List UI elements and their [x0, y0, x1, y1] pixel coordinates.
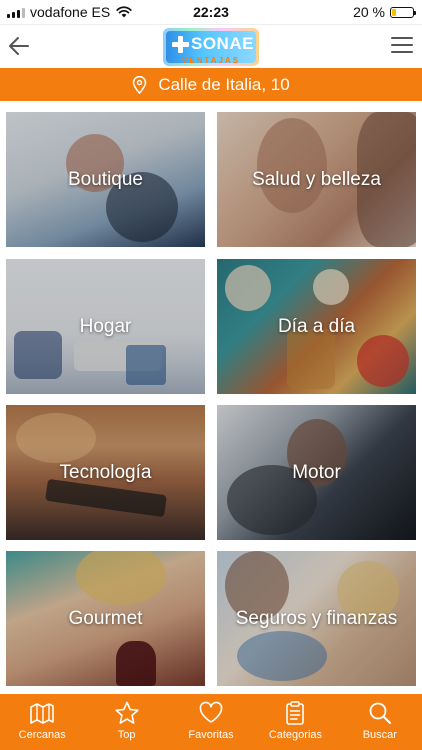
clipboard-list-icon: [286, 701, 305, 725]
logo-text: SONAE: [191, 34, 254, 53]
back-button[interactable]: [6, 33, 32, 59]
category-tile-motor[interactable]: Motor: [217, 405, 416, 540]
tab-top[interactable]: Top: [84, 694, 168, 750]
hamburger-menu-icon[interactable]: [391, 36, 413, 54]
status-left: vodafone ES: [7, 4, 132, 20]
star-icon: [115, 701, 139, 724]
logo-subtitle: VENTAJAS: [181, 56, 241, 65]
location-address: Calle de Italia, 10: [158, 74, 290, 94]
status-bar: vodafone ES 22:23 20 %: [0, 0, 422, 24]
tab-label: Top: [117, 729, 136, 741]
category-label: Tecnología: [59, 461, 152, 483]
category-tile-hogar[interactable]: Hogar: [6, 259, 205, 394]
battery-icon: [390, 6, 416, 18]
location-bar[interactable]: Calle de Italia, 10: [0, 68, 422, 101]
wifi-icon: [116, 6, 132, 18]
tab-label: Favoritas: [188, 729, 234, 741]
signal-icon: [7, 7, 25, 18]
category-label: Seguros y finanzas: [235, 607, 398, 629]
tab-label: Cercanas: [18, 729, 66, 741]
tab-cercanas[interactable]: Cercanas: [0, 694, 84, 750]
carrier-name: vodafone ES: [30, 4, 111, 20]
tab-buscar[interactable]: Buscar: [338, 694, 422, 750]
sonae-logo: SONAE VENTAJAS: [163, 28, 259, 66]
category-label: Gourmet: [68, 607, 143, 629]
tab-favoritas[interactable]: Favoritas: [169, 694, 253, 750]
map-pin-icon: [133, 75, 147, 94]
category-label: Boutique: [67, 168, 143, 190]
status-right: 20 %: [353, 4, 416, 20]
category-tile-gourmet[interactable]: Gourmet: [6, 551, 205, 686]
map-icon: [30, 703, 55, 724]
category-tile-dia-a-dia[interactable]: Día a día: [217, 259, 416, 394]
category-tile-salud-y-belleza[interactable]: Salud y belleza: [217, 112, 416, 247]
category-tile-tecnologia[interactable]: Tecnología: [6, 405, 205, 540]
heart-icon: [199, 701, 223, 723]
category-tile-boutique[interactable]: Boutique: [6, 112, 205, 247]
plus-icon: [172, 36, 189, 53]
bottom-tab-bar: Cercanas Top Favoritas Categorias Buscar: [0, 694, 422, 750]
tab-label: Categorias: [268, 729, 323, 741]
category-tile-seguros-y-finanzas[interactable]: Seguros y finanzas: [217, 551, 416, 686]
app-header: SONAE VENTAJAS: [0, 24, 422, 68]
battery-percent: 20 %: [353, 4, 385, 20]
tab-label: Buscar: [362, 729, 397, 741]
tab-categorias[interactable]: Categorias: [253, 694, 337, 750]
category-label: Hogar: [79, 315, 132, 337]
battery-level: [392, 8, 396, 16]
search-icon: [369, 702, 391, 724]
category-label: Motor: [292, 461, 341, 483]
category-label: Salud y belleza: [252, 168, 381, 190]
category-label: Día a día: [277, 315, 356, 337]
